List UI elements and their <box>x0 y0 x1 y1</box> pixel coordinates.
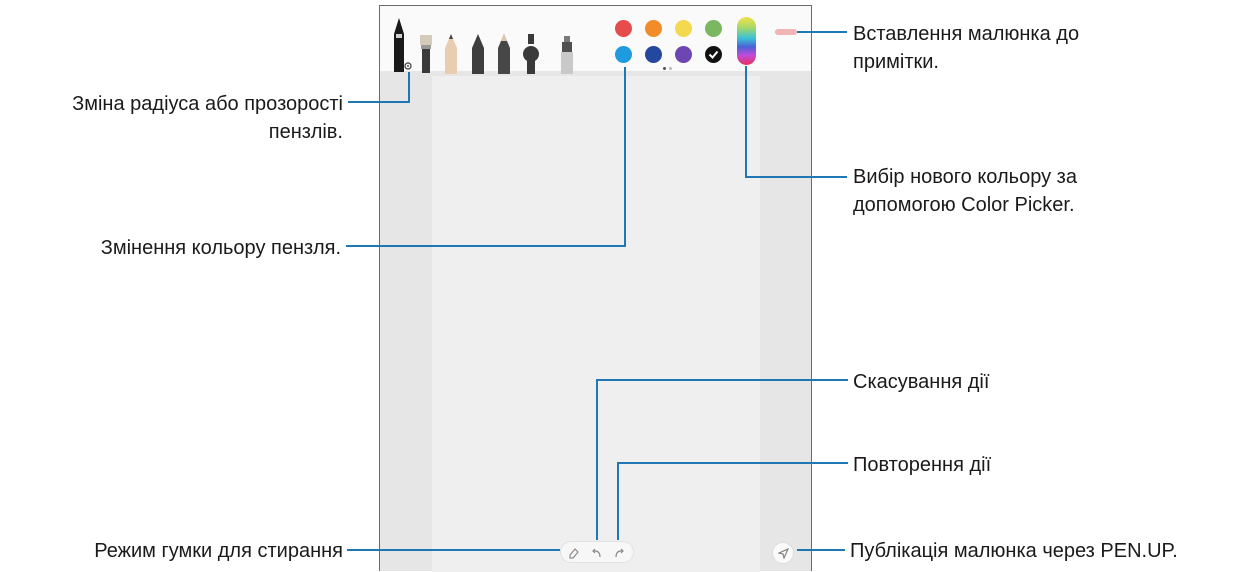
leader-brush-color-h <box>346 245 626 247</box>
callout-eraser: Режим гумки для стирання <box>5 537 343 565</box>
leader-undo-v <box>596 379 598 540</box>
color-swatch-yellow[interactable] <box>675 20 692 37</box>
callout-brush-size-text: Зміна радіуса або прозорості пензлів. <box>72 93 343 143</box>
callout-undo: Скасування дії <box>853 368 989 396</box>
gear-icon[interactable] <box>404 62 412 70</box>
leader-undo-h <box>596 379 848 381</box>
brush-highlighter[interactable] <box>560 36 574 74</box>
callout-color-picker-text: Вибір нового кольору за допомогою Color … <box>853 166 1077 216</box>
color-swatch-navy[interactable] <box>645 46 662 63</box>
brush-airbrush[interactable] <box>522 34 540 74</box>
color-swatch-green[interactable] <box>705 20 722 37</box>
share-penup-button[interactable] <box>772 542 794 564</box>
callout-redo: Повторення дії <box>853 451 991 479</box>
callout-insert-drawing: Вставлення малюнка до примітки. <box>853 20 1143 76</box>
callout-brush-color-text: Змінення кольору пензля. <box>100 237 341 259</box>
callout-redo-text: Повторення дії <box>853 454 992 476</box>
callout-penup: Публікація малюнка через PEN.UP. <box>850 537 1178 565</box>
leader-color-picker-v <box>745 66 747 178</box>
edit-controls <box>560 541 634 563</box>
callout-color-picker: Вибір нового кольору за допомогою Color … <box>853 163 1143 219</box>
callout-brush-size: Зміна радіуса або прозорості пензлів. <box>5 90 343 146</box>
color-swatch-black[interactable] <box>705 46 722 63</box>
brush-marker[interactable] <box>471 34 485 74</box>
brush-calligraphy[interactable] <box>418 35 434 73</box>
color-swatch-orange[interactable] <box>645 20 662 37</box>
leader-insert-drawing <box>797 31 847 33</box>
send-icon <box>778 548 789 559</box>
leader-penup <box>797 549 845 551</box>
leader-redo-h <box>617 462 848 464</box>
color-picker-button[interactable] <box>737 17 756 65</box>
color-swatch-purple[interactable] <box>675 46 692 63</box>
drawing-toolbar <box>380 6 811 74</box>
color-swatch-red[interactable] <box>615 20 632 37</box>
checkmark-icon <box>708 50 719 59</box>
callout-penup-text: Публікація малюнка через PEN.UP. <box>850 540 1178 562</box>
callout-eraser-text: Режим гумки для стирання <box>94 540 343 562</box>
page-dot-2 <box>669 67 672 70</box>
callout-brush-color: Змінення кольору пензля. <box>10 234 341 262</box>
page-indicator <box>663 67 675 71</box>
leader-redo-v <box>617 462 619 540</box>
leader-brush-size-v <box>408 72 410 103</box>
page-dot-1 <box>663 67 666 70</box>
eraser-icon[interactable] <box>568 547 580 559</box>
callout-insert-drawing-text: Вставлення малюнка до примітки. <box>853 23 1080 73</box>
brush-pencil[interactable] <box>444 34 458 74</box>
leader-eraser <box>347 549 560 551</box>
redo-icon[interactable] <box>613 547 625 559</box>
brush-crayon[interactable] <box>497 34 511 74</box>
color-swatch-blue[interactable] <box>615 46 632 63</box>
leader-brush-color-v <box>624 67 626 247</box>
callout-undo-text: Скасування дії <box>853 371 990 393</box>
undo-icon[interactable] <box>591 547 603 559</box>
insert-button[interactable] <box>775 29 797 35</box>
leader-brush-size-h <box>348 101 410 103</box>
leader-color-picker-h <box>745 176 847 178</box>
